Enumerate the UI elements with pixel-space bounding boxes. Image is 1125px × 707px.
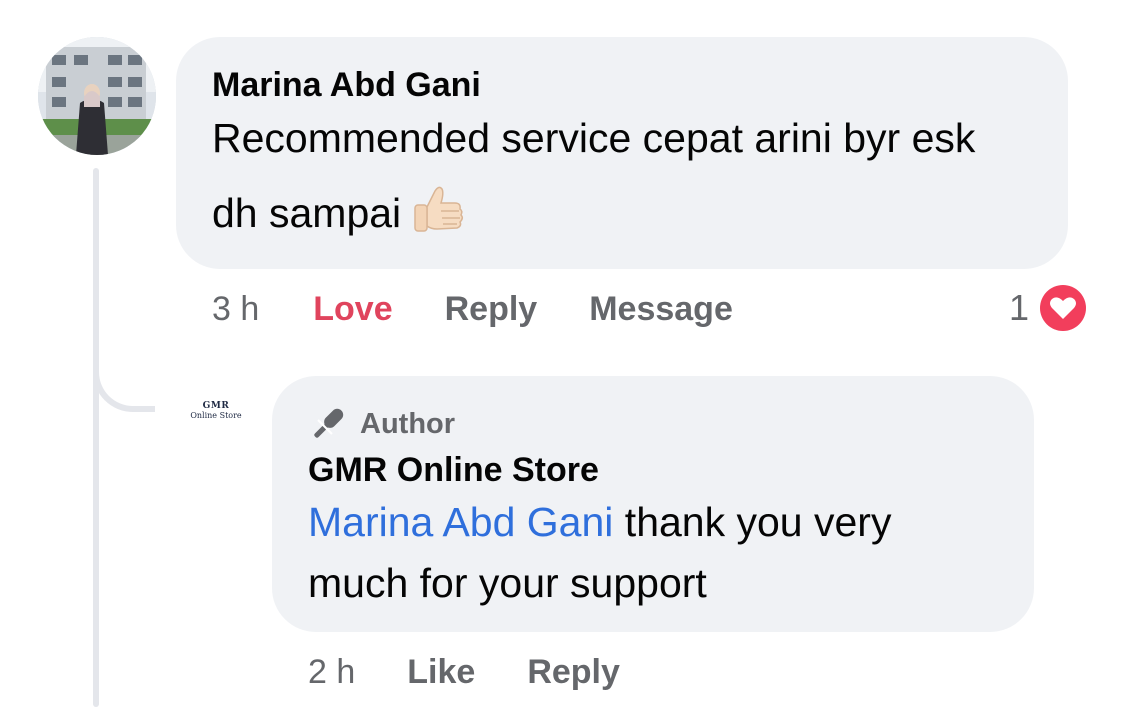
thread-line	[93, 168, 99, 707]
author-badge-label: Author	[360, 407, 456, 440]
message-button[interactable]: Message	[589, 290, 733, 329]
reply-button[interactable]: Reply	[527, 653, 620, 692]
reaction-summary[interactable]: 1	[1009, 282, 1089, 334]
avatar-logo-line2: Online Store	[190, 410, 242, 420]
thread-branch-line	[93, 340, 155, 412]
comment-author-name[interactable]: Marina Abd Gani	[212, 65, 1032, 105]
heart-icon	[1037, 282, 1089, 334]
reply-actions: 2 h Like Reply	[308, 650, 620, 694]
comment-bubble[interactable]: Marina Abd Gani Recommended service cepa…	[176, 37, 1068, 269]
thumbs-up-icon	[409, 181, 467, 239]
comment-timestamp[interactable]: 3 h	[212, 290, 259, 329]
reply-button[interactable]: Reply	[445, 290, 538, 329]
love-button[interactable]: Love	[313, 290, 392, 329]
microphone-icon	[308, 404, 348, 444]
comment-body: Recommended service cepat arini byr esk …	[212, 115, 976, 236]
mention-link[interactable]: Marina Abd Gani	[308, 499, 613, 545]
avatar[interactable]	[38, 37, 156, 155]
reply-bubble[interactable]: Author GMR Online Store Marina Abd Gani …	[272, 376, 1034, 632]
reply-timestamp[interactable]: 2 h	[308, 653, 355, 692]
comment-text: Recommended service cepat arini byr esk …	[212, 101, 1032, 251]
author-badge: Author	[308, 402, 998, 446]
comment-actions: 3 h Love Reply Message	[212, 287, 733, 331]
reply-author-name[interactable]: GMR Online Store	[308, 450, 998, 490]
reaction-count: 1	[1008, 287, 1029, 328]
reply-text: Marina Abd Gani thank you very much for …	[308, 492, 998, 614]
like-button[interactable]: Like	[407, 653, 475, 692]
avatar[interactable]: GMR Online Store	[182, 394, 250, 428]
avatar-photo-icon	[38, 37, 156, 155]
